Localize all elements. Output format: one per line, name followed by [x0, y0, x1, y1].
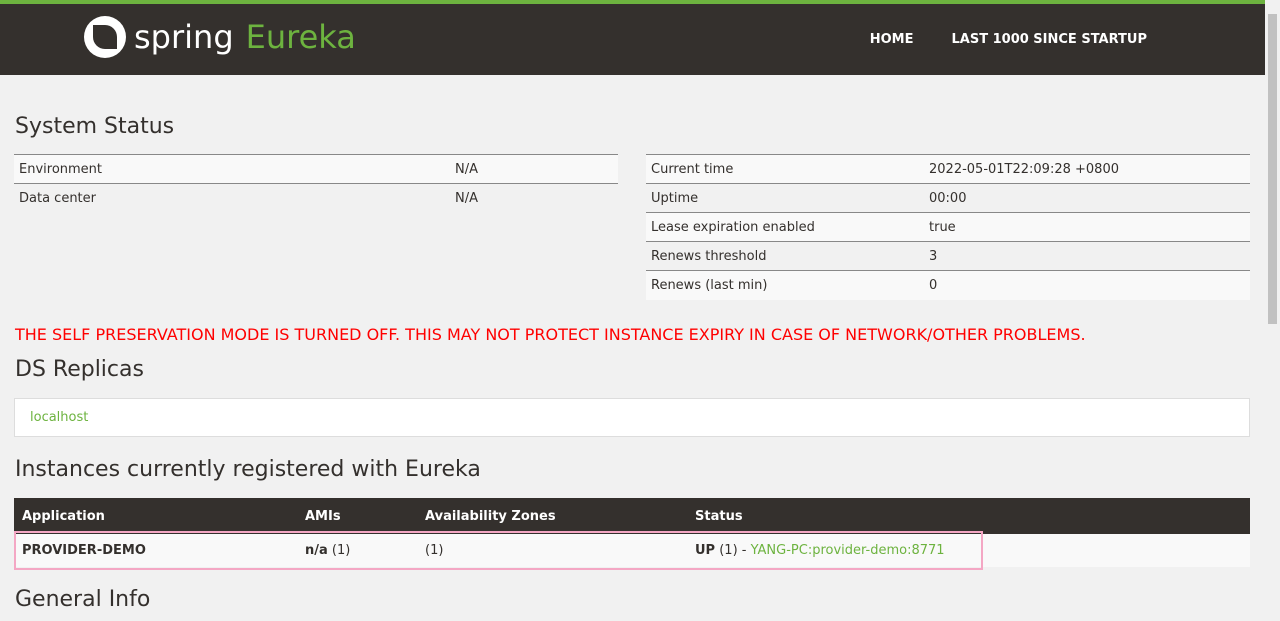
table-row: Lease expiration enabled true: [646, 212, 1250, 242]
scrollbar[interactable]: [1265, 0, 1280, 621]
spring-eureka-logo[interactable]: spring Eureka: [84, 16, 356, 58]
col-application: Application: [14, 498, 297, 534]
table-row: Renews (last min) 0: [646, 270, 1250, 300]
key: Uptime: [646, 183, 924, 213]
key: Data center: [14, 183, 450, 213]
general-info-title: General Info: [15, 587, 151, 612]
system-status-left-table: Environment N/A Data center N/A: [14, 154, 618, 213]
key: Renews (last min): [646, 270, 924, 300]
navbar: spring Eureka HOME LAST 1000 SINCE START…: [0, 0, 1265, 75]
value: true: [924, 212, 1250, 242]
value: 0: [924, 270, 1250, 300]
highlight-box: [14, 531, 983, 570]
nav-last-1000-link[interactable]: LAST 1000 SINCE STARTUP: [952, 32, 1148, 47]
key: Renews threshold: [646, 241, 924, 271]
key: Current time: [646, 154, 924, 184]
replica-link[interactable]: localhost: [30, 410, 88, 425]
col-status: Status: [687, 498, 1250, 534]
value: 2022-05-01T22:09:28 +0800: [924, 154, 1250, 184]
table-row: Uptime 00:00: [646, 183, 1250, 213]
col-amis: AMIs: [297, 498, 417, 534]
key: Lease expiration enabled: [646, 212, 924, 242]
nav-home-link[interactable]: HOME: [870, 32, 914, 47]
table-row: Current time 2022-05-01T22:09:28 +0800: [646, 154, 1250, 184]
value: N/A: [450, 183, 618, 213]
system-status-title: System Status: [15, 114, 175, 139]
brand-spring: spring: [134, 18, 234, 56]
self-preservation-warning: THE SELF PRESERVATION MODE IS TURNED OFF…: [15, 325, 1086, 344]
system-status-right-table: Current time 2022-05-01T22:09:28 +0800 Up…: [646, 154, 1250, 300]
value: N/A: [450, 154, 618, 184]
value: 3: [924, 241, 1250, 271]
col-zones: Availability Zones: [417, 498, 687, 534]
key: Environment: [14, 154, 450, 184]
table-row: Renews threshold 3: [646, 241, 1250, 271]
value: 00:00: [924, 183, 1250, 213]
scrollbar-thumb[interactable]: [1268, 14, 1277, 324]
spring-leaf-icon: [84, 16, 126, 58]
instances-title: Instances currently registered with Eure…: [15, 457, 481, 482]
ds-replicas-title: DS Replicas: [15, 357, 144, 382]
brand-eureka: Eureka: [245, 18, 356, 56]
replica-list: localhost: [14, 398, 1250, 437]
table-row: Data center N/A: [14, 183, 618, 213]
table-row: Environment N/A: [14, 154, 618, 184]
